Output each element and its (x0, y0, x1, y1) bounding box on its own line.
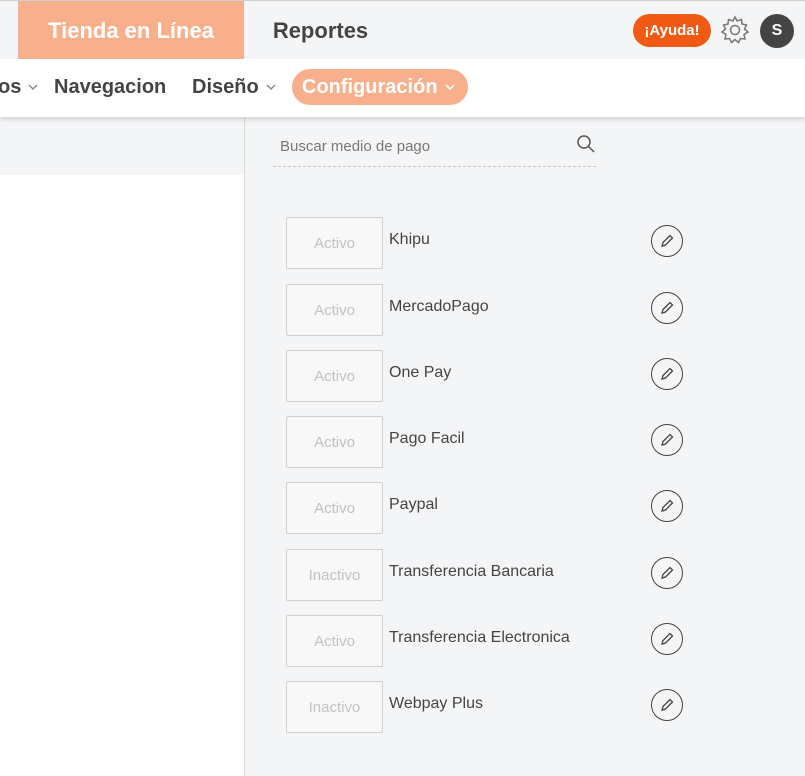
left-panel (0, 117, 245, 776)
pencil-icon (661, 301, 674, 314)
pencil-icon (661, 566, 674, 579)
pencil-icon (661, 499, 674, 512)
search-box (273, 128, 596, 167)
pencil-icon (661, 433, 674, 446)
list-item: Activo Paypal (286, 482, 706, 534)
nav-bar: os Navegacion Diseño Configuración (0, 59, 805, 117)
payment-method-name: One Pay (389, 364, 452, 381)
nav-item-diseno[interactable]: Diseño (192, 69, 277, 105)
status-toggle-button[interactable]: Activo (286, 284, 383, 336)
edit-button[interactable] (651, 358, 683, 390)
edit-button[interactable] (651, 490, 683, 522)
payment-method-name: Paypal (389, 496, 438, 513)
chevron-down-icon (266, 84, 276, 91)
chevron-down-icon (445, 84, 455, 91)
payment-method-name: MercadoPago (389, 298, 489, 315)
payment-method-name: Webpay Plus (389, 695, 483, 712)
nav-item-label: Diseño (192, 75, 259, 98)
nav-item-label: Navegacion (54, 75, 167, 98)
list-item: Inactivo Transferencia Bancaria (286, 549, 706, 601)
search-icon[interactable] (575, 133, 597, 155)
list-item: Activo Khipu (286, 217, 706, 269)
nav-item-partial[interactable]: os (0, 69, 39, 105)
status-toggle-button[interactable]: Activo (286, 416, 383, 468)
status-toggle-button[interactable]: Activo (286, 615, 383, 667)
payment-method-name: Khipu (389, 231, 430, 248)
payment-method-name: Transferencia Bancaria (389, 563, 554, 580)
list-item: Activo Transferencia Electronica (286, 615, 706, 667)
avatar[interactable]: S (760, 14, 794, 48)
nav-item-configuracion[interactable]: Configuración (292, 69, 468, 105)
chevron-down-icon (28, 84, 38, 91)
payment-method-name: Transferencia Electronica (389, 629, 570, 646)
edit-button[interactable] (651, 689, 683, 721)
tab-label: Tienda en Línea (48, 17, 214, 43)
pencil-icon (661, 698, 674, 711)
tab-reportes[interactable]: Reportes (244, 1, 397, 60)
edit-button[interactable] (651, 225, 683, 257)
tab-tienda-en-linea[interactable]: Tienda en Línea (18, 1, 244, 60)
list-item: Activo MercadoPago (286, 284, 706, 336)
status-toggle-button[interactable]: Inactivo (286, 681, 383, 733)
status-toggle-button[interactable]: Activo (286, 350, 383, 402)
search-input[interactable] (273, 128, 570, 164)
pencil-icon (661, 234, 674, 247)
pencil-icon (661, 632, 674, 645)
edit-button[interactable] (651, 424, 683, 456)
pencil-icon (661, 367, 674, 380)
tab-label: Reportes (272, 17, 369, 43)
status-toggle-button[interactable]: Activo (286, 482, 383, 534)
edit-button[interactable] (651, 292, 683, 324)
list-item: Inactivo Webpay Plus (286, 681, 706, 733)
left-panel-header (0, 117, 244, 175)
edit-button[interactable] (651, 623, 683, 655)
status-toggle-button[interactable]: Inactivo (286, 549, 383, 601)
edit-button[interactable] (651, 557, 683, 589)
nav-item-label: os (0, 75, 22, 98)
gear-icon[interactable] (719, 14, 751, 46)
help-button[interactable]: ¡Ayuda! (633, 14, 711, 47)
top-bar: Tienda en Línea Reportes ¡Ayuda! S (0, 0, 805, 61)
nav-item-label: Configuración (302, 75, 438, 98)
list-item: Activo Pago Facil (286, 416, 706, 468)
status-toggle-button[interactable]: Activo (286, 217, 383, 269)
nav-item-navegacion[interactable]: Navegacion (54, 69, 166, 105)
list-item: Activo One Pay (286, 350, 706, 402)
payment-method-name: Pago Facil (389, 430, 465, 447)
